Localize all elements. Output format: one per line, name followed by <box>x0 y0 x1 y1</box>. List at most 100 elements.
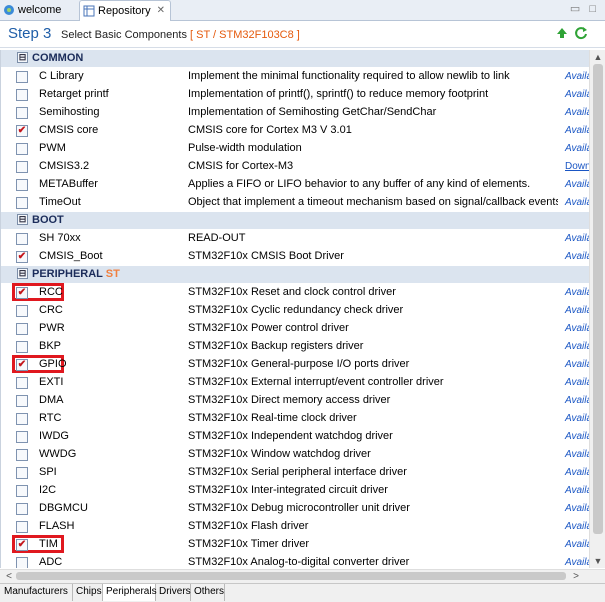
table-row[interactable]: PWR STM32F10x Power control driver Availa <box>1 320 589 337</box>
scroll-up-icon[interactable]: ▲ <box>590 50 605 64</box>
window-controls[interactable]: ▭ □ <box>570 2 599 15</box>
component-checkbox[interactable] <box>16 233 28 245</box>
group-header[interactable]: ⊟ BOOT <box>1 212 589 229</box>
table-row[interactable]: ✔ GPIO STM32F10x General-purpose I/O ports… <box>1 355 589 373</box>
component-checkbox[interactable] <box>16 341 28 353</box>
component-name: SH 70xx <box>39 232 81 244</box>
table-row[interactable]: METABuffer Applies a FIFO or LIFO behavio… <box>1 176 589 193</box>
table-row[interactable]: PWM Pulse-width modulation Availa <box>1 140 589 157</box>
up-arrow-icon[interactable] <box>555 26 569 40</box>
component-checkbox[interactable]: ✔ <box>16 125 28 137</box>
component-status: Availa <box>565 305 589 316</box>
table-row[interactable]: DMA STM32F10x Direct memory access driver… <box>1 392 589 409</box>
component-checkbox[interactable] <box>16 161 28 173</box>
component-status: Availa <box>565 125 589 136</box>
component-checkbox[interactable]: ✔ <box>16 539 28 551</box>
collapse-icon[interactable]: ⊟ <box>17 268 28 279</box>
component-name: CMSIS core <box>39 124 99 136</box>
component-checkbox[interactable] <box>16 413 28 425</box>
editor-tab-bar: welcome Repository ✕ ▭ □ <box>0 0 605 21</box>
component-checkbox[interactable] <box>16 143 28 155</box>
component-status: Availa <box>565 449 589 460</box>
collapse-icon[interactable]: ⊟ <box>17 214 28 225</box>
scroll-down-icon[interactable]: ▼ <box>590 554 605 568</box>
refresh-icon[interactable] <box>574 26 588 40</box>
bottom-tab-peripherals[interactable]: Peripherals <box>103 584 157 601</box>
table-row[interactable]: RTC STM32F10x Real-time clock driver Avail… <box>1 410 589 427</box>
table-row[interactable]: DBGMCU STM32F10x Debug microcontroller un… <box>1 500 589 517</box>
component-checkbox[interactable]: ✔ <box>16 359 28 371</box>
table-row[interactable]: ✔ RCC STM32F10x Reset and clock control dr… <box>1 283 589 301</box>
close-icon[interactable]: ✕ <box>157 1 165 21</box>
bottom-tab-bar: Manufacturers Chips Peripherals Drivers Othe… <box>0 583 605 602</box>
component-checkbox[interactable] <box>16 89 28 101</box>
component-checkbox[interactable] <box>16 305 28 317</box>
table-row[interactable]: ✔ CMSIS_Boot STM32F10x CMSIS Boot Driver Av… <box>1 248 589 265</box>
component-description: Implementation of Semihosting GetChar/Se… <box>188 106 437 118</box>
table-row[interactable]: SPI STM32F10x Serial peripheral interface… <box>1 464 589 481</box>
component-description: STM32F10x Window watchdog driver <box>188 448 371 460</box>
component-status: Availa <box>565 521 589 532</box>
component-status: Availa <box>565 71 589 82</box>
component-checkbox[interactable] <box>16 197 28 209</box>
table-row[interactable]: SH 70xx READ-OUT Availa <box>1 230 589 247</box>
collapse-icon[interactable]: ⊟ <box>17 52 28 63</box>
tab-welcome[interactable]: welcome <box>0 0 78 20</box>
tab-repository[interactable]: Repository ✕ <box>79 0 171 21</box>
scroll-thumb[interactable] <box>593 64 603 534</box>
table-row[interactable]: ✔ CMSIS core CMSIS core for Cortex M3 V 3.… <box>1 122 589 139</box>
component-status[interactable]: Downl <box>565 158 589 175</box>
component-checkbox[interactable]: ✔ <box>16 251 28 263</box>
group-label: BOOT <box>32 214 64 226</box>
bottom-tab-chips[interactable]: Chips <box>73 584 103 601</box>
table-row[interactable]: WWDG STM32F10x Window watchdog driver Avai… <box>1 446 589 463</box>
component-description: STM32F10x Backup registers driver <box>188 340 364 352</box>
table-row[interactable]: ✔ TIM STM32F10x Timer driver Availa <box>1 535 589 553</box>
group-header[interactable]: ⊟ COMMON <box>1 50 589 67</box>
component-description: STM32F10x Debug microcontroller unit dri… <box>188 502 410 514</box>
component-checkbox[interactable] <box>16 377 28 389</box>
component-checkbox[interactable] <box>16 449 28 461</box>
component-checkbox[interactable] <box>16 557 28 568</box>
component-checkbox[interactable] <box>16 323 28 335</box>
table-row[interactable]: EXTI STM32F10x External interrupt/event c… <box>1 374 589 391</box>
component-checkbox[interactable] <box>16 503 28 515</box>
component-checkbox[interactable] <box>16 395 28 407</box>
component-checkbox[interactable] <box>16 431 28 443</box>
component-description: STM32F10x Analog-to-digital converter dr… <box>188 556 410 568</box>
table-row[interactable]: Semihosting Implementation of Semihosting… <box>1 104 589 121</box>
table-row[interactable]: CMSIS3.2 CMSIS for Cortex-M3 Downl <box>1 158 589 175</box>
table-row[interactable]: FLASH STM32F10x Flash driver Availa <box>1 518 589 535</box>
table-row[interactable]: I2C STM32F10x Inter-integrated circuit dr… <box>1 482 589 499</box>
component-checkbox[interactable] <box>16 485 28 497</box>
vertical-scrollbar[interactable]: ▲ ▼ <box>589 50 605 568</box>
group-header[interactable]: ⊟ PERIPHERAL ST <box>1 266 589 283</box>
component-description: STM32F10x CMSIS Boot Driver <box>188 250 344 262</box>
scroll-thumb-horizontal[interactable] <box>16 572 566 580</box>
table-row[interactable]: ADC STM32F10x Analog-to-digital converter… <box>1 554 589 568</box>
scroll-left-icon[interactable]: < <box>2 570 16 583</box>
bottom-tab-others[interactable]: Others <box>191 584 225 601</box>
group-label: COMMON <box>32 52 84 64</box>
bottom-tab-drivers[interactable]: Drivers <box>156 584 191 601</box>
table-row[interactable]: CRC STM32F10x Cyclic redundancy check dri… <box>1 302 589 319</box>
component-name: GPIO <box>39 358 67 370</box>
table-row[interactable]: TimeOut Object that implement a timeout m… <box>1 194 589 211</box>
component-status: Availa <box>565 341 589 352</box>
table-row[interactable]: IWDG STM32F10x Independent watchdog drive… <box>1 428 589 445</box>
group-name: PERIPHERAL ST <box>32 266 120 283</box>
horizontal-scrollbar[interactable]: < > <box>0 569 605 583</box>
component-checkbox[interactable] <box>16 107 28 119</box>
table-row[interactable]: C Library Implement the minimal functiona… <box>1 68 589 85</box>
component-checkbox[interactable]: ✔ <box>16 287 28 299</box>
scroll-right-icon[interactable]: > <box>569 570 583 583</box>
bottom-tab-manufacturers[interactable]: Manufacturers <box>1 584 73 601</box>
component-status: Availa <box>565 143 589 154</box>
table-row[interactable]: BKP STM32F10x Backup registers driver Avai… <box>1 338 589 355</box>
component-name: EXTI <box>39 376 64 388</box>
component-checkbox[interactable] <box>16 521 28 533</box>
component-checkbox[interactable] <box>16 467 28 479</box>
component-checkbox[interactable] <box>16 71 28 83</box>
component-checkbox[interactable] <box>16 179 28 191</box>
table-row[interactable]: Retarget printf Implementation of printf(… <box>1 86 589 103</box>
